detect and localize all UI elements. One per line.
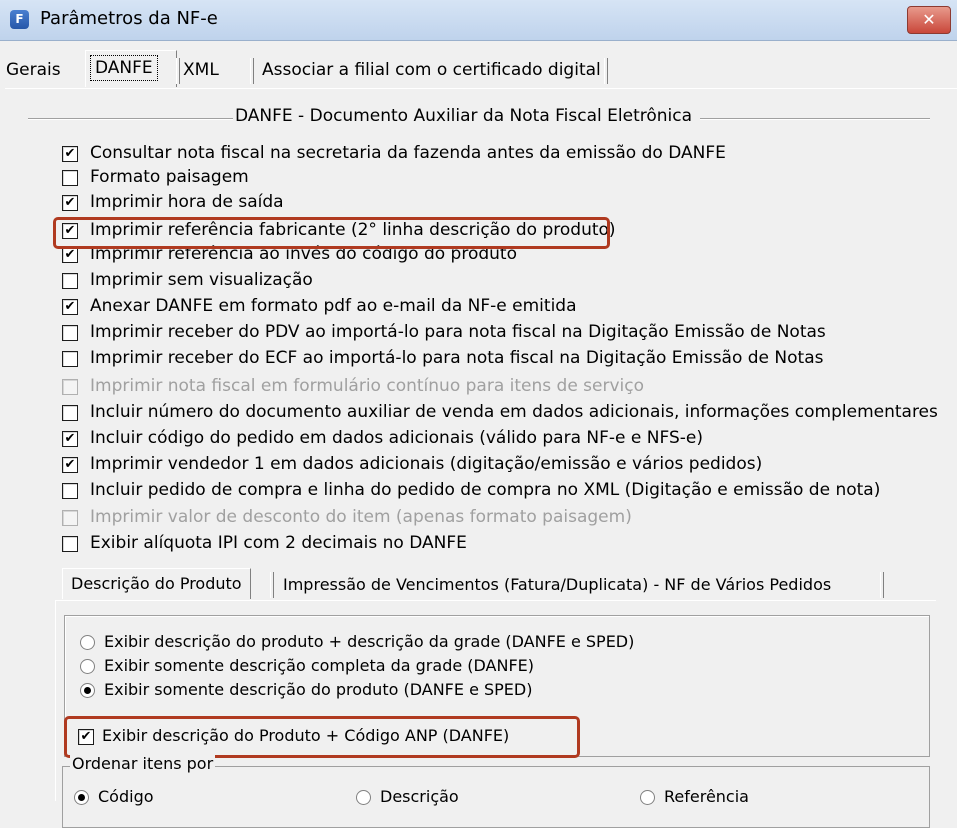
checkbox-icon[interactable] — [62, 536, 78, 552]
checkbox-checked-icon[interactable]: ✔ — [62, 146, 78, 162]
checkbox-icon[interactable] — [62, 325, 78, 341]
checkbox-checked-icon[interactable]: ✔ — [62, 299, 78, 315]
option-label: Incluir número do documento auxiliar de … — [90, 402, 938, 422]
tab-danfe[interactable]: DANFE — [85, 50, 177, 87]
radio-icon[interactable] — [80, 659, 95, 674]
checkbox-checked-icon[interactable]: ✔ — [62, 431, 78, 447]
tab-danfe-label: DANFE — [90, 55, 158, 81]
option-label: Exibir alíquota IPI com 2 decimais no DA… — [90, 533, 467, 553]
option-label: Incluir código do pedido em dados adicio… — [90, 428, 703, 448]
highlight-box — [64, 716, 580, 758]
radio-icon[interactable] — [356, 790, 371, 805]
main-tabs: Gerais DANFE XML Associar a filial com o… — [0, 48, 957, 88]
checkbox-icon[interactable] — [62, 405, 78, 421]
radio-icon[interactable] — [640, 790, 655, 805]
checkbox-icon — [62, 379, 78, 395]
option-label: Imprimir hora de saída — [90, 192, 284, 212]
group-line-right — [700, 118, 930, 120]
checkbox-checked-icon[interactable]: ✔ — [62, 195, 78, 211]
order-legend: Ordenar itens por — [70, 754, 216, 773]
order-option-label: Descrição — [380, 787, 459, 806]
tab-separator — [270, 572, 274, 598]
tab-separator — [604, 58, 608, 84]
tab-separator — [176, 58, 180, 84]
group-title-text: DANFE - Documento Auxiliar da Nota Fisca… — [233, 106, 695, 126]
description-option-label: Exibir descrição do produto + descrição … — [104, 632, 635, 651]
order-option-label: Código — [98, 787, 154, 806]
order-option-label: Referência — [664, 787, 749, 806]
tab-descricao-produto[interactable]: Descrição do Produto — [62, 568, 251, 599]
title-bar: F Parâmetros da NF-e ✕ — [0, 0, 957, 41]
radio-icon[interactable] — [80, 635, 95, 650]
tab-xml[interactable]: XML — [183, 56, 219, 84]
description-option-label: Exibir somente descrição do produto (DAN… — [104, 680, 533, 699]
tab-impressao-vencimentos[interactable]: Impressão de Vencimentos (Fatura/Duplica… — [283, 570, 831, 600]
checkbox-checked-icon[interactable]: ✔ — [62, 247, 78, 263]
checkbox-icon[interactable] — [62, 170, 78, 186]
description-option-label: Exibir somente descrição completa da gra… — [104, 656, 535, 675]
option-label: Imprimir receber do PDV ao importá-lo pa… — [90, 322, 826, 342]
order-frame — [62, 766, 930, 828]
close-button[interactable]: ✕ — [907, 6, 951, 34]
option-label: Anexar DANFE em formato pdf ao e-mail da… — [90, 296, 577, 316]
checkbox-icon — [62, 510, 78, 526]
checkbox-icon[interactable] — [62, 351, 78, 367]
window-title: Parâmetros da NF-e — [40, 8, 218, 29]
tab-associar-filial[interactable]: Associar a filial com o certificado digi… — [262, 56, 601, 84]
radio-selected-icon[interactable] — [74, 790, 89, 805]
option-label: Imprimir valor de desconto do item (apen… — [90, 507, 632, 527]
radio-dot — [84, 687, 91, 694]
checkbox-icon[interactable] — [62, 483, 78, 499]
danfe-group-title: DANFE - Documento Auxiliar da Nota Fisca… — [0, 106, 957, 130]
tab-gerais[interactable]: Gerais — [6, 56, 61, 84]
highlight-box — [53, 217, 610, 249]
tab-separator — [880, 572, 884, 598]
checkbox-checked-icon[interactable]: ✔ — [62, 457, 78, 473]
option-label: Incluir pedido de compra e linha do pedi… — [90, 480, 881, 500]
option-label: Imprimir receber do ECF ao importá-lo pa… — [90, 348, 824, 368]
option-label: Imprimir nota fiscal em formulário contí… — [90, 376, 645, 396]
option-label: Consultar nota fiscal na secretaria da f… — [90, 143, 726, 163]
radio-dot — [78, 794, 85, 801]
option-label: Imprimir vendedor 1 em dados adicionais … — [90, 454, 763, 474]
checkbox-icon[interactable] — [62, 273, 78, 289]
radio-selected-icon[interactable] — [80, 683, 95, 698]
group-line-left — [28, 118, 236, 120]
option-label: Formato paisagem — [90, 167, 249, 187]
tab-separator — [250, 58, 254, 84]
option-label: Imprimir sem visualização — [90, 270, 313, 290]
app-icon: F — [10, 10, 29, 29]
